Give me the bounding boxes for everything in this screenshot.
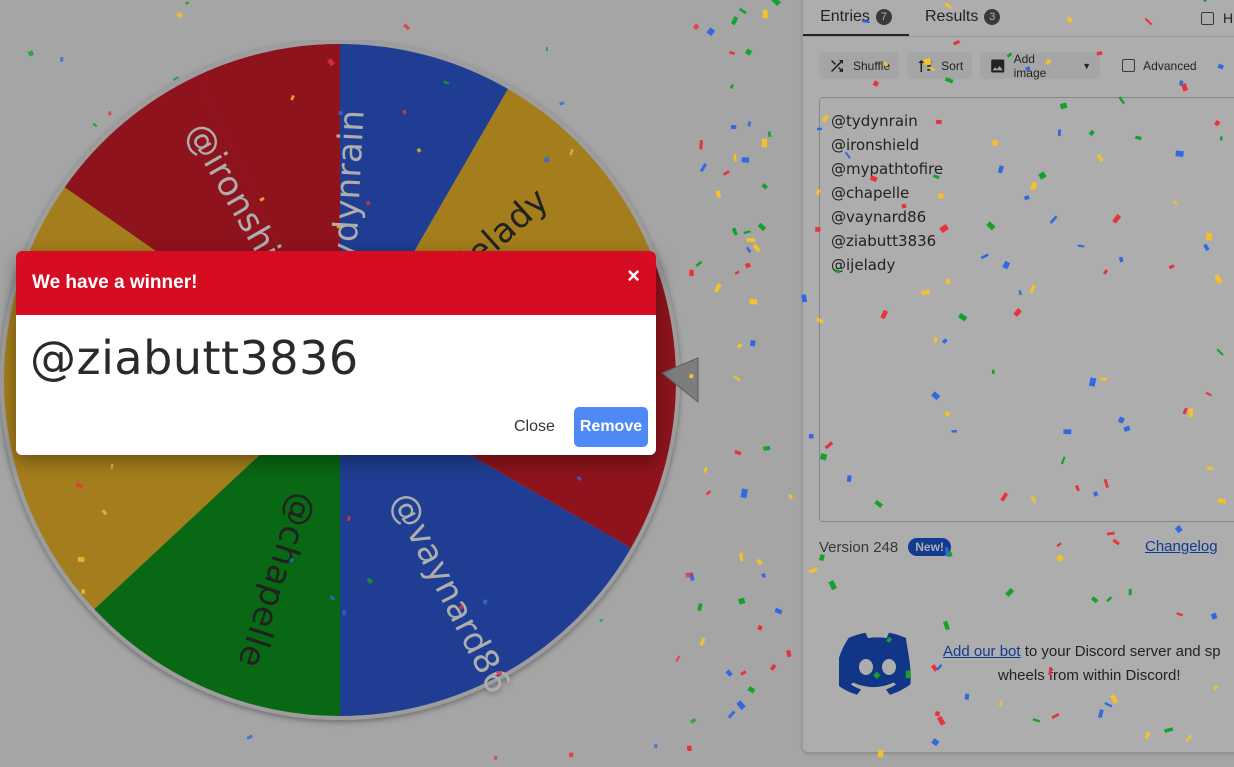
app: @tydynrain @ijelady @ironshield @vaynard86 @… (0, 0, 1234, 767)
dialog-header: We have a winner! × (16, 251, 656, 315)
close-button[interactable]: Close (500, 407, 569, 447)
winner-name: @ziabutt3836 (30, 331, 359, 385)
remove-button[interactable]: Remove (574, 407, 648, 447)
dialog-title: We have a winner! (32, 272, 198, 293)
close-icon[interactable]: × (627, 265, 640, 287)
winner-dialog: We have a winner! × @ziabutt3836 Close R… (16, 251, 656, 455)
